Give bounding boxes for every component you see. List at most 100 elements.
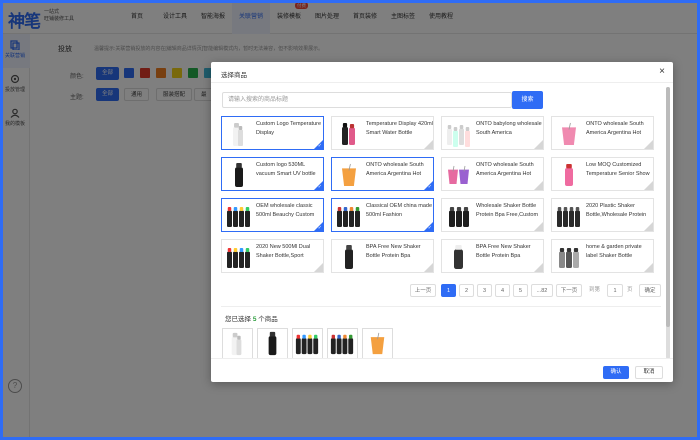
product-thumbnail	[224, 201, 254, 231]
search-button[interactable]: 搜索	[512, 91, 543, 109]
product-card[interactable]: Wholesale Shaker Bottle Protein Bpa Free…	[441, 198, 544, 232]
product-title: ONTO wholesale South America Argentina H…	[476, 161, 544, 179]
selected-prefix: 您已选择	[225, 316, 251, 323]
product-thumbnail	[554, 201, 584, 231]
page-button-3[interactable]: 3	[477, 284, 492, 297]
product-card[interactable]: 2020 New 500Ml Dual Shaker Bottle,Sport	[221, 239, 324, 273]
product-card[interactable]: ONTO wholesale South America Argentina H…	[551, 116, 654, 150]
product-image	[363, 329, 392, 358]
close-icon[interactable]: ×	[659, 66, 665, 77]
product-image	[224, 242, 254, 272]
selected-suffix: 个商品	[258, 316, 278, 323]
select-corner-icon[interactable]	[534, 181, 543, 190]
product-title: Temperature Display 420ml Smart Water Bo…	[366, 120, 434, 138]
product-search-input[interactable]	[222, 92, 512, 108]
select-corner-icon[interactable]	[534, 140, 543, 149]
modal-divider	[211, 82, 673, 83]
product-card[interactable]: Classical OEM china made 500ml Fashion ✓	[331, 198, 434, 232]
prev-page-button[interactable]: 上一页	[410, 284, 436, 297]
selected-thumbnail[interactable]	[222, 328, 253, 359]
footer-divider	[211, 358, 673, 359]
goto-page-input[interactable]: 1	[607, 284, 623, 297]
checkmark-icon: ✓	[428, 225, 432, 231]
product-card[interactable]: BPA Free New Shaker Bottle Protein Bpa	[331, 239, 434, 273]
product-card[interactable]: ONTO wholesale South America Argentina H…	[441, 157, 544, 191]
selected-thumbnail[interactable]	[292, 328, 323, 359]
product-card[interactable]: ONTO wholesale South America Argentina H…	[331, 157, 434, 191]
product-title: ONTO babylong wholesale South America	[476, 120, 544, 138]
product-card[interactable]: Custom logo 530ML vacuum Smart UV bottle…	[221, 157, 324, 191]
checkmark-icon: ✓	[318, 225, 322, 231]
product-thumbnail	[554, 242, 584, 272]
product-title: BPA Free New Shaker Bottle Protein Bpa	[476, 243, 544, 261]
page-button-2[interactable]: 2	[459, 284, 474, 297]
page-button-5[interactable]: 5	[513, 284, 528, 297]
product-thumbnail	[444, 160, 474, 190]
confirm-button[interactable]: 确认	[603, 366, 629, 379]
select-corner-icon[interactable]	[644, 263, 653, 272]
next-page-button[interactable]: 下一页	[556, 284, 582, 297]
product-card[interactable]: BPA Free New Shaker Bottle Protein Bpa	[441, 239, 544, 273]
product-thumbnail	[224, 119, 254, 149]
product-image	[554, 201, 584, 231]
product-thumbnail	[334, 201, 364, 231]
cancel-button[interactable]: 取消	[635, 366, 663, 379]
product-card[interactable]: ONTO babylong wholesale South America	[441, 116, 544, 150]
product-image	[328, 329, 357, 358]
product-thumbnail	[224, 242, 254, 272]
select-corner-icon[interactable]	[314, 263, 323, 272]
selected-count: 5	[253, 316, 257, 323]
product-image	[224, 160, 254, 190]
select-corner-icon[interactable]	[534, 222, 543, 231]
page-button-6[interactable]: ...82	[531, 284, 553, 297]
selected-thumbnail[interactable]	[362, 328, 393, 359]
product-card[interactable]: Low MOQ Customized Temperature Senior Sh…	[551, 157, 654, 191]
product-image	[444, 160, 474, 190]
product-image	[224, 201, 254, 231]
product-title: 2020 Plastic Shaker Bottle,Wholesale Pro…	[586, 202, 654, 220]
selected-summary: 您已选择 5 个商品	[225, 313, 278, 323]
checkmark-icon: ✓	[428, 184, 432, 190]
page-unit: 页	[627, 284, 633, 297]
page-button-1[interactable]: 1	[441, 284, 456, 297]
product-title: ONTO wholesale South America Argentina H…	[366, 161, 434, 179]
selected-thumbnail[interactable]	[257, 328, 288, 359]
select-corner-icon[interactable]	[424, 263, 433, 272]
product-title: Low MOQ Customized Temperature Senior Sh…	[586, 161, 654, 179]
product-image	[554, 119, 584, 149]
product-title: Wholesale Shaker Bottle Protein Bpa Free…	[476, 202, 544, 220]
goto-confirm-button[interactable]: 确定	[639, 284, 661, 297]
product-card[interactable]: Custom Logo Temperature Display ✓	[221, 116, 324, 150]
product-thumbnail	[334, 119, 364, 149]
select-corner-icon[interactable]	[534, 263, 543, 272]
product-card[interactable]: Temperature Display 420ml Smart Water Bo…	[331, 116, 434, 150]
select-corner-icon[interactable]	[644, 222, 653, 231]
product-card[interactable]: 2020 Plastic Shaker Bottle,Wholesale Pro…	[551, 198, 654, 232]
product-title: OEM wholesale classic 500ml Beauchy Cust…	[256, 202, 324, 220]
product-thumbnail	[334, 242, 364, 272]
product-card[interactable]: home & garden private label Shaker Bottl…	[551, 239, 654, 273]
product-thumbnail	[224, 160, 254, 190]
product-image	[224, 119, 254, 149]
product-title: Custom logo 530ML vacuum Smart UV bottle	[256, 161, 324, 179]
page-button-4[interactable]: 4	[495, 284, 510, 297]
product-image	[554, 242, 584, 272]
product-thumbnail	[554, 119, 584, 149]
product-image	[334, 119, 364, 149]
select-corner-icon[interactable]	[424, 140, 433, 149]
modal-title: 选择商品	[221, 69, 247, 79]
select-corner-icon[interactable]	[644, 181, 653, 190]
product-title: Custom Logo Temperature Display	[256, 120, 324, 138]
product-card[interactable]: OEM wholesale classic 500ml Beauchy Cust…	[221, 198, 324, 232]
selected-thumbnail[interactable]	[327, 328, 358, 359]
product-image	[444, 242, 474, 272]
checkmark-icon: ✓	[318, 184, 322, 190]
product-title: BPA Free New Shaker Bottle Protein Bpa	[366, 243, 434, 261]
product-thumbnail	[334, 160, 364, 190]
product-thumbnail	[554, 160, 584, 190]
scrollbar-thumb[interactable]	[666, 87, 670, 327]
select-corner-icon[interactable]	[644, 140, 653, 149]
checkmark-icon: ✓	[318, 143, 322, 149]
product-title: Classical OEM china made 500ml Fashion	[366, 202, 434, 220]
goto-label: 到第	[589, 284, 600, 297]
